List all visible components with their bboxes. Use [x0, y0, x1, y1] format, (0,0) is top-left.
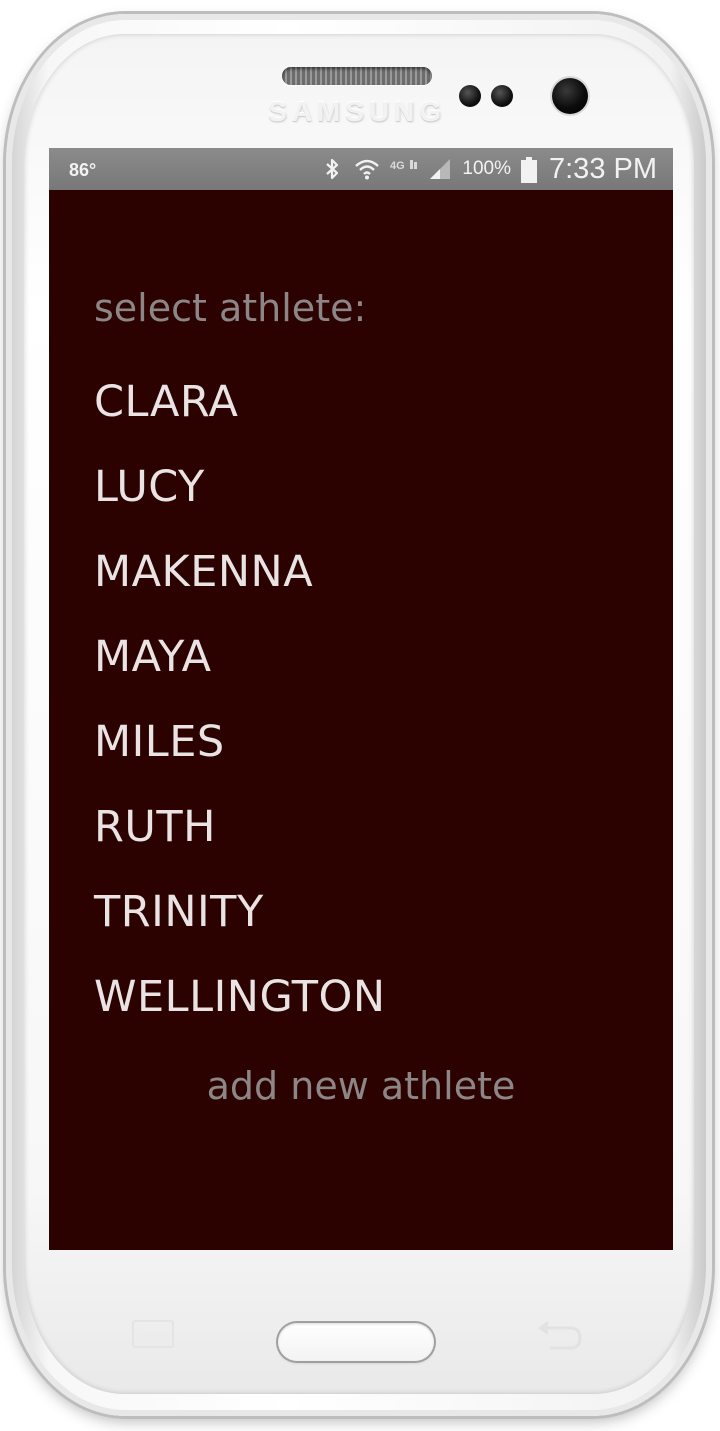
- proximity-sensor: [459, 85, 481, 107]
- svg-text:4G: 4G: [390, 160, 405, 172]
- status-time: 7:33 PM: [549, 152, 657, 185]
- back-key-icon[interactable]: [536, 1318, 584, 1352]
- athlete-item-makenna[interactable]: MAKENNA: [94, 530, 386, 615]
- home-button[interactable]: [278, 1323, 434, 1361]
- front-camera: [552, 78, 588, 114]
- athlete-list: CLARA LUCY MAKENNA MAYA MILES RUTH TRINI…: [94, 360, 386, 1040]
- light-sensor: [491, 85, 513, 107]
- earpiece-speaker: [282, 67, 432, 85]
- athlete-item-wellington[interactable]: WELLINGTON: [94, 955, 386, 1040]
- menu-key-icon[interactable]: [132, 1320, 174, 1348]
- select-athlete-prompt: select athlete:: [94, 286, 367, 330]
- athlete-item-maya[interactable]: MAYA: [94, 615, 386, 700]
- athlete-selection-view: select athlete: CLARA LUCY MAKENNA MAYA …: [49, 190, 673, 1250]
- brand-logo: SAMSUNG: [267, 96, 447, 127]
- screen: 86° 4G 100% 7:33 PM select athlete: CLAR…: [49, 148, 673, 1250]
- wifi-icon: [354, 157, 380, 181]
- athlete-item-trinity[interactable]: TRINITY: [94, 870, 386, 955]
- battery-icon: [521, 157, 537, 183]
- status-temperature: 86°: [69, 160, 97, 180]
- add-new-athlete-button[interactable]: add new athlete: [49, 1064, 673, 1108]
- status-icons: 4G 100% 7:33 PM: [320, 152, 657, 186]
- athlete-item-miles[interactable]: MILES: [94, 700, 386, 785]
- status-bar: 86° 4G 100% 7:33 PM: [49, 148, 673, 190]
- lte-icon: 4G: [388, 157, 418, 181]
- bluetooth-icon: [320, 157, 344, 181]
- athlete-item-lucy[interactable]: LUCY: [94, 445, 386, 530]
- signal-icon: [428, 157, 452, 181]
- athlete-item-ruth[interactable]: RUTH: [94, 785, 386, 870]
- battery-percent: 100%: [462, 158, 511, 179]
- athlete-item-clara[interactable]: CLARA: [94, 360, 386, 445]
